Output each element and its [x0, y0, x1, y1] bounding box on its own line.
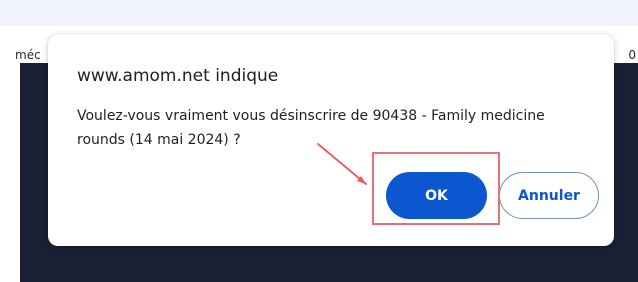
ok-button[interactable]: OK [386, 172, 487, 219]
dialog-title: www.amom.net indique [77, 66, 279, 86]
page-screenshot: méc 0 www.amom.net indique Voulez-vous v… [0, 0, 638, 282]
confirmation-dialog: www.amom.net indique Voulez-vous vraimen… [48, 34, 614, 246]
cancel-button[interactable]: Annuler [499, 172, 599, 219]
dialog-message: Voulez-vous vraiment vous désinscrire de… [77, 108, 545, 148]
top-strip [0, 0, 638, 26]
background-right-text: 0 [628, 48, 636, 62]
background-left-text: méc [15, 48, 41, 62]
